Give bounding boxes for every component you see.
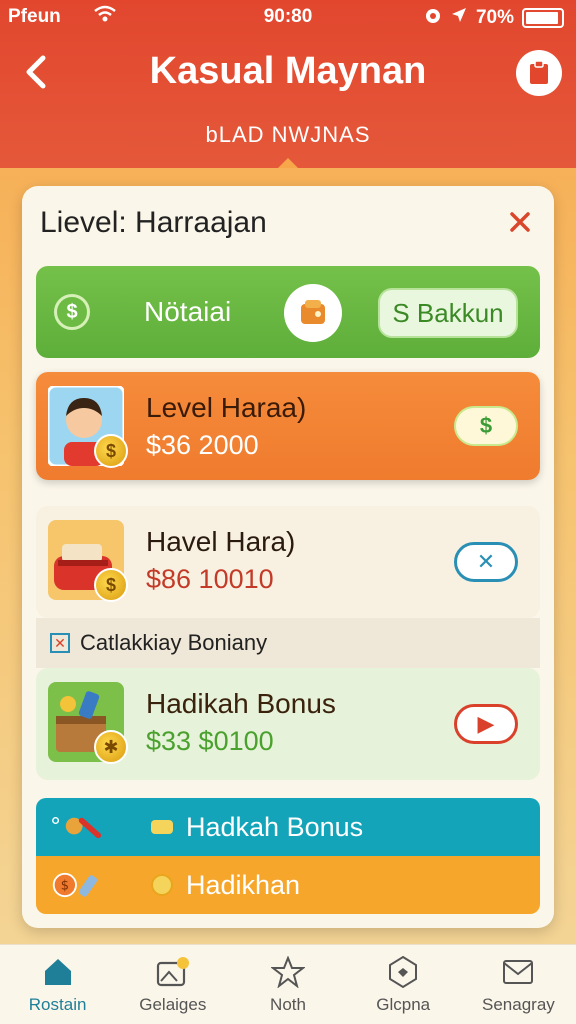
svg-text:$: $ (61, 879, 69, 894)
nav-label: Gelaiges (139, 994, 207, 1014)
mail-icon (500, 955, 536, 989)
home-icon (40, 955, 76, 989)
nav-label: Glcpna (376, 994, 431, 1014)
coin-badge-icon: $ (94, 434, 128, 468)
app-header: Pfeun 90:80 70% Kasual Maynan bLAD NWJNA… (0, 0, 576, 168)
treasure-icon: $ (48, 520, 128, 602)
battery-icon (522, 8, 564, 28)
nav-item-gallery[interactable]: Gelaiges (115, 945, 230, 1024)
bonus-row-label: Hadkah Bonus (186, 811, 364, 842)
bonus-banner[interactable]: Hadkah Bonus $ Hadikhan (36, 798, 540, 914)
item-name: Level Haraa) (146, 392, 307, 423)
alarm-icon (424, 6, 442, 30)
bakkun-button[interactable]: S Bakkun (378, 288, 518, 338)
item-amount: $36 2000 (146, 430, 259, 460)
nav-label: Senagray (482, 994, 555, 1014)
clipboard-button[interactable] (516, 50, 562, 96)
bonus-items-icon (50, 812, 102, 842)
list-item[interactable]: ✱ Hadikah Bonus $33 $0100 ▶ (36, 668, 540, 780)
item-amount: $33 $0100 (146, 726, 274, 756)
close-button[interactable] (500, 202, 540, 242)
balance-bar: $ Nötaiai S Bakkun (36, 266, 540, 358)
nav-item-home[interactable]: Rostain (0, 945, 115, 1024)
coin-badge-icon: ✱ (94, 730, 128, 764)
category-label: Catlakkiay Boniany (80, 630, 268, 655)
modal-title: Lievel: Harraajan (40, 206, 267, 239)
dollar-coin-icon: $ (54, 294, 90, 330)
close-icon (510, 212, 530, 232)
nav-item-star[interactable]: Noth (230, 945, 345, 1024)
balance-label: Nötaiai (144, 296, 232, 327)
item-name: Hadikah Bonus (146, 688, 336, 719)
wallet-icon[interactable] (284, 284, 342, 342)
list-item[interactable]: $ Level Haraa) $36 2000 $ (36, 372, 540, 480)
hadikhan-row[interactable]: $ Hadikhan (36, 856, 540, 914)
hadikhan-row-label: Hadikhan (186, 869, 301, 900)
subtitle-caret (278, 158, 298, 168)
nav-item-mail[interactable]: Senagray (461, 945, 576, 1024)
star-icon (270, 955, 306, 989)
badge-icon (385, 955, 421, 989)
battery-percent: 70% (475, 7, 514, 28)
clipboard-icon (530, 60, 548, 84)
gold-coin-icon (144, 870, 180, 900)
play-button[interactable]: ▶ (454, 704, 518, 744)
gold-bar-icon (144, 812, 180, 842)
page-subtitle: bLAD NWJNAS (205, 122, 371, 147)
nav-label: Rostain (28, 994, 87, 1014)
nav-label: Noth (270, 994, 306, 1014)
box-icon: ✱ (48, 682, 128, 764)
collect-button[interactable]: $ (454, 406, 518, 446)
item-name: Havel Hara) (146, 526, 296, 557)
category-header: ✕ Catlakkiay Boniany (36, 618, 540, 668)
gallery-icon (155, 955, 191, 989)
location-icon (450, 6, 468, 30)
bottom-nav: Rostain Gelaiges Noth Glcpna Senagray (0, 944, 576, 1024)
nav-item-badge[interactable]: Glcpna (346, 945, 461, 1024)
bonus-row[interactable]: Hadkah Bonus (36, 798, 540, 856)
status-bar: Pfeun 90:80 70% (0, 4, 576, 30)
coin-badge-icon: $ (94, 568, 128, 602)
category-icon: ✕ (50, 633, 70, 653)
status-right: 70% (424, 6, 564, 30)
item-amount: $86 10010 (146, 564, 274, 594)
dismiss-button[interactable]: ✕ (454, 542, 518, 582)
level-modal: Lievel: Harraajan $ Nötaiai S Bakkun $ L… (22, 186, 554, 928)
avatar: $ (46, 384, 128, 468)
list-item[interactable]: $ Havel Hara) $86 10010 ✕ (36, 506, 540, 618)
page-title: Kasual Maynan (149, 50, 427, 92)
coin-tools-icon: $ (50, 870, 102, 900)
